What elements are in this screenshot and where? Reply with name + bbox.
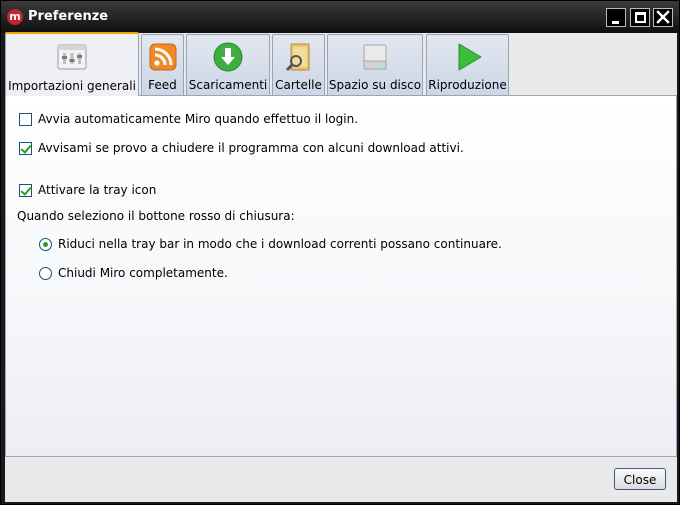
autostart-checkbox[interactable] xyxy=(19,112,32,126)
minimize-to-tray-label: Riduci nella tray bar in modo che i down… xyxy=(58,237,502,251)
maximize-button[interactable] xyxy=(630,8,650,27)
tab-feed[interactable]: Feed xyxy=(141,34,184,95)
preferences-tabs: Importazioni generali Feed Scaricamenti xyxy=(5,32,677,96)
close-icon xyxy=(656,10,670,24)
minimize-to-tray-radio[interactable] xyxy=(39,237,52,251)
tab-label: Cartelle xyxy=(275,78,322,92)
hard-disk-icon xyxy=(363,44,387,70)
tab-label: Spazio su disco xyxy=(328,78,422,92)
folder-icon xyxy=(285,43,309,72)
tray-icon-checkbox[interactable] xyxy=(19,183,32,197)
window-title: Preferenze xyxy=(28,9,109,24)
tab-general[interactable]: Importazioni generali xyxy=(5,32,139,96)
play-icon xyxy=(458,43,481,71)
tab-downloads[interactable]: Scaricamenti xyxy=(186,34,270,95)
tab-label: Riproduzione xyxy=(428,78,507,92)
minimize-icon xyxy=(612,21,619,24)
tab-folders[interactable]: Cartelle xyxy=(272,34,325,95)
close-button-prompt: Quando seleziono il bottone rosso di chi… xyxy=(17,209,295,223)
tab-disk-space[interactable]: Spazio su disco xyxy=(327,34,423,95)
warn-on-quit-label: Avvisami se provo a chiudere il programm… xyxy=(38,141,464,155)
warn-on-quit-checkbox[interactable] xyxy=(19,141,32,155)
close-choice-quit[interactable]: Chiudi Miro completamente. xyxy=(39,264,228,282)
general-settings-panel: Avvia automaticamente Miro quando effett… xyxy=(5,95,677,457)
close-button[interactable]: Close xyxy=(614,468,666,490)
tab-label: Scaricamenti xyxy=(188,78,268,92)
rss-feed-icon xyxy=(149,43,176,71)
tab-playback[interactable]: Riproduzione xyxy=(426,34,509,95)
quit-completely-label: Chiudi Miro completamente. xyxy=(58,266,228,280)
download-arrow-icon xyxy=(213,42,243,72)
miro-app-icon: m xyxy=(7,9,23,25)
general-settings-icon xyxy=(57,44,87,70)
window-client-area: Importazioni generali Feed Scaricamenti xyxy=(5,32,677,502)
tab-label: Feed xyxy=(148,78,177,92)
maximize-icon xyxy=(635,12,646,23)
tray-icon-option[interactable]: Attivare la tray icon xyxy=(19,181,156,199)
close-window-button[interactable] xyxy=(653,8,673,27)
quit-completely-radio[interactable] xyxy=(39,266,52,280)
autostart-option[interactable]: Avvia automaticamente Miro quando effett… xyxy=(19,110,358,128)
autostart-label: Avvia automaticamente Miro quando effett… xyxy=(38,112,359,126)
warn-on-quit-option[interactable]: Avvisami se provo a chiudere il programm… xyxy=(19,139,464,157)
preferences-window: m Preferenze Importazioni generali Feed … xyxy=(0,0,680,505)
close-choice-minimize-to-tray[interactable]: Riduci nella tray bar in modo che i down… xyxy=(39,235,502,253)
minimize-button[interactable] xyxy=(606,8,626,27)
tab-label: Importazioni generali xyxy=(8,79,136,93)
title-bar[interactable]: m Preferenze xyxy=(1,1,679,33)
tray-icon-label: Attivare la tray icon xyxy=(38,183,157,197)
